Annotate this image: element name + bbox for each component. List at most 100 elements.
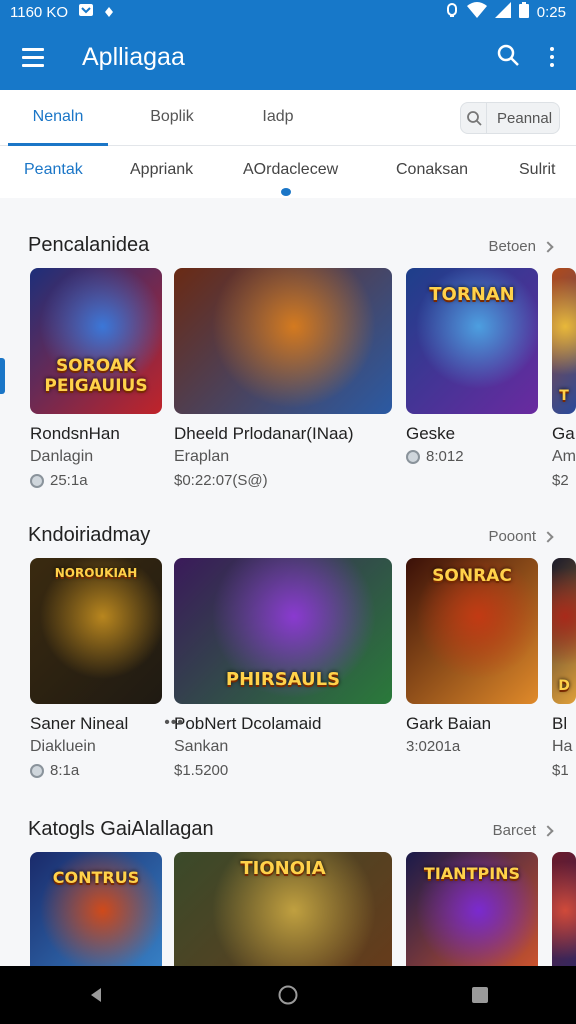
app-artwork: TORNAN: [406, 268, 538, 414]
status-bar: 1160 KO 0:25: [0, 0, 576, 24]
section-title: Kndoiriadmay: [28, 524, 151, 546]
app-meta-value: 3:0201a: [406, 738, 461, 755]
search-chip[interactable]: Peannal: [460, 102, 560, 134]
notification-icon: [78, 3, 94, 21]
status-time-left: 1160 KO: [10, 3, 69, 21]
app-name: PobNert Dcolamaid: [174, 714, 322, 733]
more-label: Pooont: [488, 528, 536, 545]
art-text: SONRAC: [432, 566, 512, 586]
art-text: PHIRSAULS: [225, 669, 341, 690]
chevron-right-icon: [542, 824, 554, 837]
section-title: Katogls GaiAlallagan: [28, 818, 214, 840]
app-developer: Eraplan: [174, 448, 230, 465]
app-artwork: TIONOIA: [174, 852, 392, 966]
signal-icon: [494, 2, 511, 22]
art-text: TIONOIA: [240, 858, 326, 879]
app-artwork: T: [552, 268, 576, 414]
back-button[interactable]: [76, 975, 116, 1015]
category-aordaclecew[interactable]: AOrdaclecew: [243, 161, 338, 179]
app-name: Gark Baian: [406, 714, 492, 733]
app-meta-value: $1.5200: [174, 762, 229, 779]
app-meta: $1.5200: [174, 762, 228, 779]
app-name: Geske: [406, 424, 456, 443]
art-text: NOROUKIAH: [54, 566, 138, 580]
app-artwork: D: [552, 558, 576, 704]
app-meta: $0:22:07(S@): [174, 472, 268, 489]
category-peantak[interactable]: Peantak: [24, 161, 83, 179]
more-label: Barcet: [492, 822, 536, 839]
scroll-indicator: [0, 358, 5, 394]
section-more-link[interactable]: Barcet: [492, 822, 554, 839]
section-title: Pencalanidea: [28, 234, 150, 256]
rating-icon: [30, 473, 44, 488]
app-name: Bl: [552, 714, 568, 733]
app-artwork: SONRAC: [406, 558, 538, 704]
app-artwork: SOROAK PEIGAUIUS: [30, 268, 162, 414]
more-options-icon[interactable]: •••: [164, 714, 184, 732]
art-text: TIANTPINS: [423, 864, 521, 883]
top-tabs: Nenaln Boplik Iadp Peannal: [0, 90, 576, 146]
app-developer: Danlagin: [30, 448, 94, 465]
app-meta: $2: [552, 472, 569, 489]
alarm-icon: [445, 2, 459, 22]
app-bar: Aplliagaa: [0, 24, 576, 90]
more-label: Betoen: [488, 238, 536, 255]
back-icon: [91, 988, 101, 1002]
app-artwork: CONTRUS: [30, 852, 162, 966]
art-text: D: [558, 678, 570, 694]
app-name: Saner Nineal: [30, 714, 129, 733]
category-sulrit[interactable]: Sulrit: [519, 161, 555, 179]
home-icon: [278, 985, 298, 1005]
location-icon: [104, 4, 114, 21]
content[interactable]: Pencalanidea Betoen SOROAK PEIGAUIUS Ron…: [0, 198, 576, 966]
category-conaksan[interactable]: Conaksan: [396, 161, 468, 179]
app-meta: 8:012: [406, 448, 464, 465]
app-meta-value: $0:22:07(S@): [174, 472, 268, 489]
rating-icon: [30, 763, 44, 778]
recents-icon: [472, 987, 488, 1003]
art-text: T: [559, 388, 569, 404]
chevron-right-icon: [542, 240, 554, 253]
app-meta-value: 8:1a: [50, 762, 80, 779]
category-indicator: [281, 188, 291, 196]
app-meta-value: 25:1a: [50, 472, 88, 489]
app-artwork: TIANTPINS: [406, 852, 538, 966]
app-name: RondsnHan: [30, 424, 120, 443]
app-meta: $1: [552, 762, 569, 779]
app-meta-value: 8:012: [426, 448, 464, 465]
status-left: 1160 KO: [10, 3, 114, 21]
section-more-link[interactable]: Pooont: [488, 528, 554, 545]
app-developer: Diakluein: [30, 738, 96, 755]
menu-icon[interactable]: [22, 47, 52, 67]
recents-button[interactable]: [460, 975, 500, 1015]
app-meta: 3:0201a: [406, 738, 460, 755]
status-right: 0:25: [445, 2, 566, 22]
search-icon[interactable]: [496, 43, 520, 72]
app-title: Aplliagaa: [82, 42, 185, 71]
app-artwork: [174, 268, 392, 414]
tab-iadp[interactable]: Iadp: [228, 90, 328, 146]
app-developer: Sankan: [174, 738, 229, 755]
rating-icon: [406, 449, 420, 464]
app-name: Ga: [552, 424, 575, 443]
section-more-link[interactable]: Betoen: [488, 238, 554, 255]
tab-boplik[interactable]: Boplik: [122, 90, 222, 146]
category-appriank[interactable]: Appriank: [130, 161, 193, 179]
app-artwork: NOROUKIAH: [30, 558, 162, 704]
system-nav-bar: [0, 966, 576, 1024]
battery-icon: [518, 2, 529, 22]
art-text: TORNAN: [429, 284, 515, 305]
app-name: Dheeld Prlodanar(INaa): [174, 424, 354, 443]
search-chip-label: Peannal: [497, 109, 553, 127]
tab-nenaln[interactable]: Nenaln: [8, 90, 108, 146]
art-text: SOROAK PEIGAUIUS: [44, 356, 148, 396]
art-text: CONTRUS: [52, 868, 140, 887]
more-options-icon[interactable]: [550, 47, 554, 67]
app-bar-actions: [496, 43, 554, 72]
app-meta: 25:1a: [30, 472, 88, 489]
chevron-right-icon: [542, 530, 554, 543]
app-artwork: PHIRSAULS: [174, 558, 392, 704]
home-button[interactable]: [268, 975, 308, 1015]
category-nav: Peantak Appriank AOrdaclecew Conaksan Su…: [0, 146, 576, 198]
app-developer: Ha: [552, 738, 573, 755]
